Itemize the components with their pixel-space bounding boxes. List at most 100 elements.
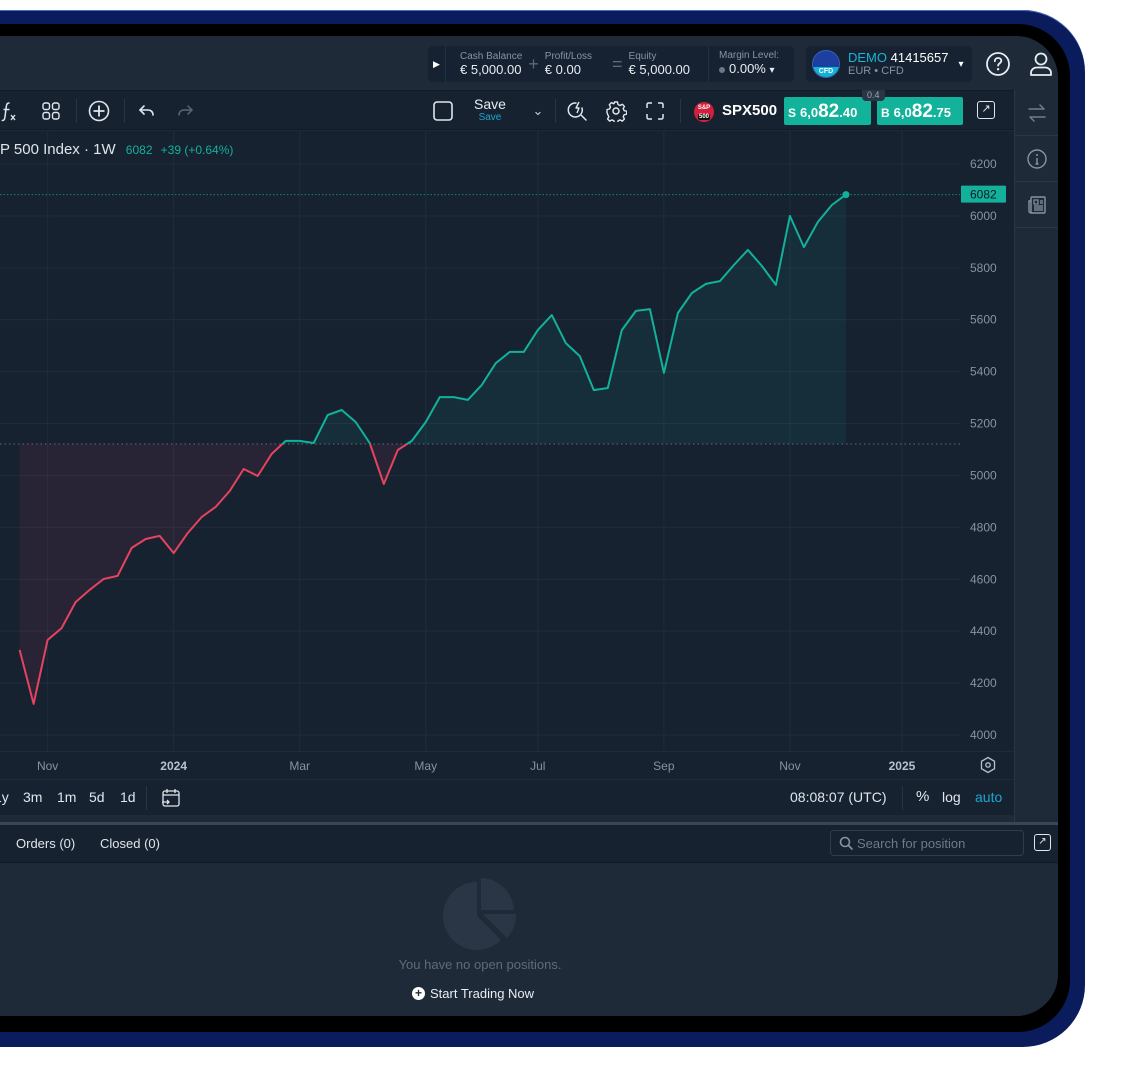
pie-chart-icon — [443, 878, 517, 950]
toolbar-divider — [146, 786, 147, 810]
add-plus-circle-icon[interactable] — [88, 99, 110, 123]
save-label: Save — [474, 96, 506, 112]
chart-legend: P 500 Index · 1W 6082 +39 (+0.64%) — [0, 141, 233, 158]
y-tick-label: 4000 — [970, 728, 997, 742]
cfd-badge: CFD — [813, 67, 839, 77]
profit-loss-value: € 0.00 — [544, 62, 581, 77]
percent-scale-toggle[interactable]: % — [916, 788, 929, 805]
y-tick-label: 6200 — [970, 157, 997, 171]
toolbar-divider — [902, 786, 903, 810]
plus-operator: + — [528, 53, 539, 74]
cash-balance-label: Cash Balance — [460, 51, 523, 62]
range-5d[interactable]: 5d — [89, 789, 105, 805]
y-tick-label: 4400 — [970, 624, 997, 638]
toolbar-divider — [555, 99, 556, 123]
plus-circle-icon: + — [412, 987, 425, 1000]
date-range-calendar-icon[interactable] — [160, 787, 182, 814]
cash-balance: Cash Balance € 5,000.00 — [456, 51, 526, 77]
sell-price-button[interactable]: S 6,0 82 .40 — [784, 97, 871, 125]
right-side-rail — [1014, 90, 1058, 824]
legend-last-price: 6082 — [125, 143, 153, 157]
instrument-title: P 500 Index · 1W — [0, 141, 116, 158]
account-summary[interactable]: ▶ Cash Balance € 5,000.00 + Profit/Loss … — [428, 46, 794, 82]
user-profile-icon[interactable] — [1027, 50, 1055, 78]
y-tick-label: 5600 — [970, 313, 997, 327]
x-tick-label: Nov — [36, 759, 59, 773]
start-trading-button[interactable]: + Start Trading Now — [412, 986, 534, 1001]
save-button[interactable]: Save Save — [474, 96, 506, 124]
legend-change: +39 (+0.64%) — [160, 143, 234, 157]
sell-price-small: 6,0 — [800, 105, 819, 120]
area-fill-below-baseline — [19, 444, 846, 704]
search-input[interactable] — [857, 835, 1007, 851]
chevron-down-icon: ▾ — [958, 58, 964, 70]
undo-icon[interactable] — [137, 99, 157, 123]
x-tick-label: May — [414, 759, 438, 773]
x-tick-label: 2025 — [888, 759, 916, 773]
demo-mode-label: DEMO — [848, 50, 887, 65]
time-axis[interactable]: Nov 2024 Mar May Jul Sep Nov 2025 — [0, 751, 1014, 779]
chart-toolbar: Save Save ⌄ S&P 500 SPX500 S 6,0 82 .40 B… — [0, 90, 1014, 130]
equals-operator: = — [612, 53, 623, 74]
equity-value: € 5,000.00 — [628, 62, 690, 77]
expand-triangle-icon[interactable]: ▶ — [428, 46, 446, 82]
position-search[interactable] — [830, 830, 1024, 856]
positions-empty-state: You have no open positions. + Start Trad… — [0, 864, 1058, 1016]
buy-price-big: 82 — [911, 101, 933, 122]
info-icon[interactable] — [1015, 136, 1058, 182]
buy-price-button[interactable]: B 6,0 82 .75 — [877, 97, 963, 125]
y-tick-label: 5800 — [970, 261, 997, 275]
swap-arrows-icon[interactable] — [1015, 90, 1058, 136]
range-1y[interactable]: 1y — [0, 789, 9, 805]
tab-closed[interactable]: Closed (0) — [100, 836, 160, 851]
open-external-icon[interactable]: ↗ — [1034, 834, 1051, 851]
fullscreen-icon[interactable] — [645, 99, 665, 123]
chevron-down-icon: ▾ — [769, 65, 775, 76]
account-selector[interactable]: CFD DEMO 41415657 EUR • CFD ▾ — [806, 46, 972, 82]
margin-level[interactable]: Margin Level: 0.00% ▾ — [715, 50, 783, 78]
help-icon[interactable] — [984, 50, 1012, 78]
indicators-fx-icon[interactable] — [0, 99, 20, 123]
redo-icon[interactable] — [175, 99, 195, 123]
price-chart[interactable]: 4000 4200 4400 4600 4800 5000 5200 5400 5600 5800… — [0, 131, 1014, 751]
x-tick-label: 2024 — [160, 759, 188, 773]
x-tick-label: Nov — [779, 759, 801, 773]
profit-loss-label: Profit/Loss — [544, 51, 593, 62]
range-1m[interactable]: 1m — [57, 789, 76, 805]
y-tick-label: 4800 — [970, 520, 997, 534]
save-sublabel: Save — [478, 112, 502, 123]
quick-search-lightning-icon[interactable] — [566, 99, 588, 123]
open-external-icon[interactable]: ↗ — [977, 101, 995, 119]
layouts-grid-icon[interactable] — [40, 99, 62, 123]
x-tick-label: Mar — [289, 759, 311, 773]
sell-prefix: S — [788, 106, 797, 120]
range-3m[interactable]: 3m — [23, 789, 42, 805]
sp500-logo: S&P 500 — [694, 102, 714, 122]
equity: Equity € 5,000.00 — [625, 51, 694, 77]
margin-level-label: Margin Level: — [719, 50, 780, 61]
x-tick-label: Sep — [653, 759, 675, 773]
log-scale-toggle[interactable]: log — [942, 789, 961, 805]
y-tick-label: 5000 — [970, 468, 997, 482]
select-rectangle-icon[interactable] — [432, 99, 454, 123]
symbol-name[interactable]: SPX500 — [722, 102, 777, 119]
y-tick-label: 6000 — [970, 209, 997, 223]
save-options-chevron-icon[interactable]: ⌄ — [530, 99, 546, 123]
settings-gear-icon[interactable] — [605, 99, 627, 123]
utc-clock: 08:08:07 (UTC) — [790, 789, 887, 805]
axis-settings-icon[interactable] — [979, 756, 997, 779]
y-tick-label: 5200 — [970, 417, 997, 431]
news-icon[interactable] — [1015, 182, 1058, 228]
tab-orders[interactable]: Orders (0) — [16, 836, 75, 851]
account-number: 41415657 — [890, 50, 949, 65]
logo-text-top: S&P — [697, 105, 711, 111]
equity-label: Equity — [628, 51, 657, 62]
range-1d[interactable]: 1d — [120, 789, 136, 805]
start-trading-label: Start Trading Now — [430, 986, 535, 1001]
last-price-label: 6082 — [970, 188, 997, 202]
account-currency-type: EUR • CFD — [848, 65, 904, 77]
auto-scale-toggle[interactable]: auto — [975, 789, 1002, 805]
buy-price-small: 6,0 — [893, 105, 912, 120]
chart-canvas[interactable]: 4000 4200 4400 4600 4800 5000 5200 5400 5600 5800… — [0, 131, 1014, 751]
margin-level-value: 0.00% — [729, 61, 766, 76]
